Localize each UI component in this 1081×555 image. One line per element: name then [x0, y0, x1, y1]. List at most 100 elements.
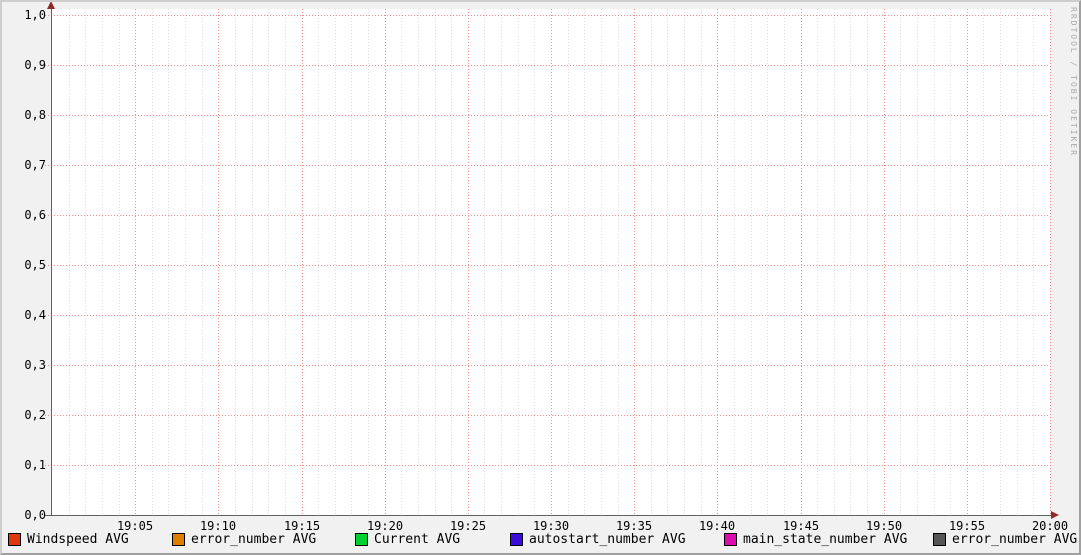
rrdtool-graph: 0,0 0,1 0,2 0,3 0,4 0,5 0,6 0,7 0,8 0,9 1,0 19:05 1… [0, 0, 1081, 555]
gridline-vertical-minor [618, 9, 619, 515]
y-axis-arrow-icon [47, 1, 55, 9]
gridline-vertical-major [967, 9, 968, 515]
gridline-vertical-minor [318, 9, 319, 515]
gridline-vertical-minor [268, 9, 269, 515]
legend-item: Current AVG [355, 531, 460, 547]
gridline-vertical-minor [684, 9, 685, 515]
watermark: RRDTOOL / TOBI OETIKER [1069, 7, 1078, 157]
x-axis-arrow-icon [1051, 511, 1059, 519]
y-tick-label: 0,7 [24, 158, 46, 172]
legend-label: error_number AVG [952, 531, 1078, 547]
gridline-vertical-minor [701, 9, 702, 515]
gridline-vertical-minor [784, 9, 785, 515]
legend-item: Windspeed AVG [8, 531, 129, 547]
gridline-vertical-minor [351, 9, 352, 515]
y-tick-label: 0,9 [24, 58, 46, 72]
gridline-horizontal-major [45, 65, 1050, 66]
gridline-horizontal-major [45, 415, 1050, 416]
gridline-vertical-minor [119, 9, 120, 515]
y-axis-line [51, 8, 52, 516]
gridline-vertical-minor [168, 9, 169, 515]
gridline-horizontal-major [45, 265, 1050, 266]
gridline-vertical-minor [817, 9, 818, 515]
legend-item: error_number AVG [933, 531, 1077, 547]
y-tick-label: 0,4 [24, 308, 46, 322]
legend-swatch-icon [355, 532, 368, 546]
gridline-vertical-minor [934, 9, 935, 515]
gridline-vertical-minor [401, 9, 402, 515]
y-tick-label: 0,1 [24, 458, 46, 472]
gridline-horizontal-major [45, 465, 1050, 466]
gridline-vertical-minor [1033, 9, 1034, 515]
gridline-vertical-minor [917, 9, 918, 515]
gridline-vertical-minor [451, 9, 452, 515]
gridline-vertical-major [135, 9, 136, 515]
gridline-horizontal-major [45, 315, 1050, 316]
gridline-vertical-minor [950, 9, 951, 515]
y-tick-label: 0,8 [24, 108, 46, 122]
gridline-vertical-minor [900, 9, 901, 515]
gridline-vertical-major [468, 9, 469, 515]
gridline-vertical-major [801, 9, 802, 515]
gridline-horizontal-major [45, 165, 1050, 166]
y-tick-label: 0,6 [24, 208, 46, 222]
legend-label: autostart_number AVG [529, 531, 686, 547]
gridline-vertical-minor [584, 9, 585, 515]
legend-label: error_number AVG [191, 531, 317, 547]
legend-label: Current AVG [374, 531, 461, 547]
gridline-vertical-minor [85, 9, 86, 515]
gridline-vertical-minor [734, 9, 735, 515]
gridline-vertical-minor [568, 9, 569, 515]
legend-swatch-icon [933, 532, 946, 546]
gridline-vertical-minor [501, 9, 502, 515]
gridline-vertical-minor [368, 9, 369, 515]
y-tick-label: 0,2 [24, 408, 46, 422]
gridline-horizontal-major [45, 215, 1050, 216]
gridline-vertical-major [302, 9, 303, 515]
gridline-vertical-minor [285, 9, 286, 515]
x-axis-line [45, 515, 1051, 516]
gridline-vertical-minor [850, 9, 851, 515]
gridline-vertical-minor [751, 9, 752, 515]
gridline-vertical-minor [667, 9, 668, 515]
gridline-horizontal-major [45, 115, 1050, 116]
gridline-vertical-major [884, 9, 885, 515]
y-tick-label: 0,5 [24, 258, 46, 272]
y-tick-label: 1,0 [24, 8, 46, 22]
gridline-vertical-minor [69, 9, 70, 515]
legend-label: Windspeed AVG [27, 531, 129, 547]
gridline-vertical-minor [252, 9, 253, 515]
gridline-vertical-minor [102, 9, 103, 515]
gridline-vertical-minor [518, 9, 519, 515]
legend-swatch-icon [172, 532, 185, 546]
legend-swatch-icon [8, 532, 21, 546]
gridline-vertical-minor [202, 9, 203, 515]
gridline-vertical-major [634, 9, 635, 515]
gridline-horizontal-major [45, 15, 1050, 16]
gridline-vertical-minor [235, 9, 236, 515]
legend-swatch-icon [510, 532, 523, 546]
gridline-vertical-minor [435, 9, 436, 515]
legend-item: main_state_number AVG [724, 531, 907, 547]
legend-item: error_number AVG [172, 531, 316, 547]
gridline-horizontal-major [45, 365, 1050, 366]
gridline-vertical-major [385, 9, 386, 515]
gridline-vertical-minor [185, 9, 186, 515]
gridline-vertical-major [717, 9, 718, 515]
gridline-vertical-minor [651, 9, 652, 515]
gridline-vertical-minor [767, 9, 768, 515]
gridline-vertical-major [551, 9, 552, 515]
gridline-vertical-minor [983, 9, 984, 515]
gridline-vertical-minor [867, 9, 868, 515]
legend-label: main_state_number AVG [743, 531, 908, 547]
gridline-vertical-minor [152, 9, 153, 515]
gridline-vertical-minor [601, 9, 602, 515]
y-tick-label: 0,3 [24, 358, 46, 372]
gridline-vertical-minor [834, 9, 835, 515]
gridline-vertical-minor [1000, 9, 1001, 515]
legend-item: autostart_number AVG [510, 531, 686, 547]
gridline-vertical-minor [1017, 9, 1018, 515]
gridline-vertical-minor [335, 9, 336, 515]
gridline-vertical-minor [418, 9, 419, 515]
gridline-vertical-major [1050, 9, 1051, 515]
